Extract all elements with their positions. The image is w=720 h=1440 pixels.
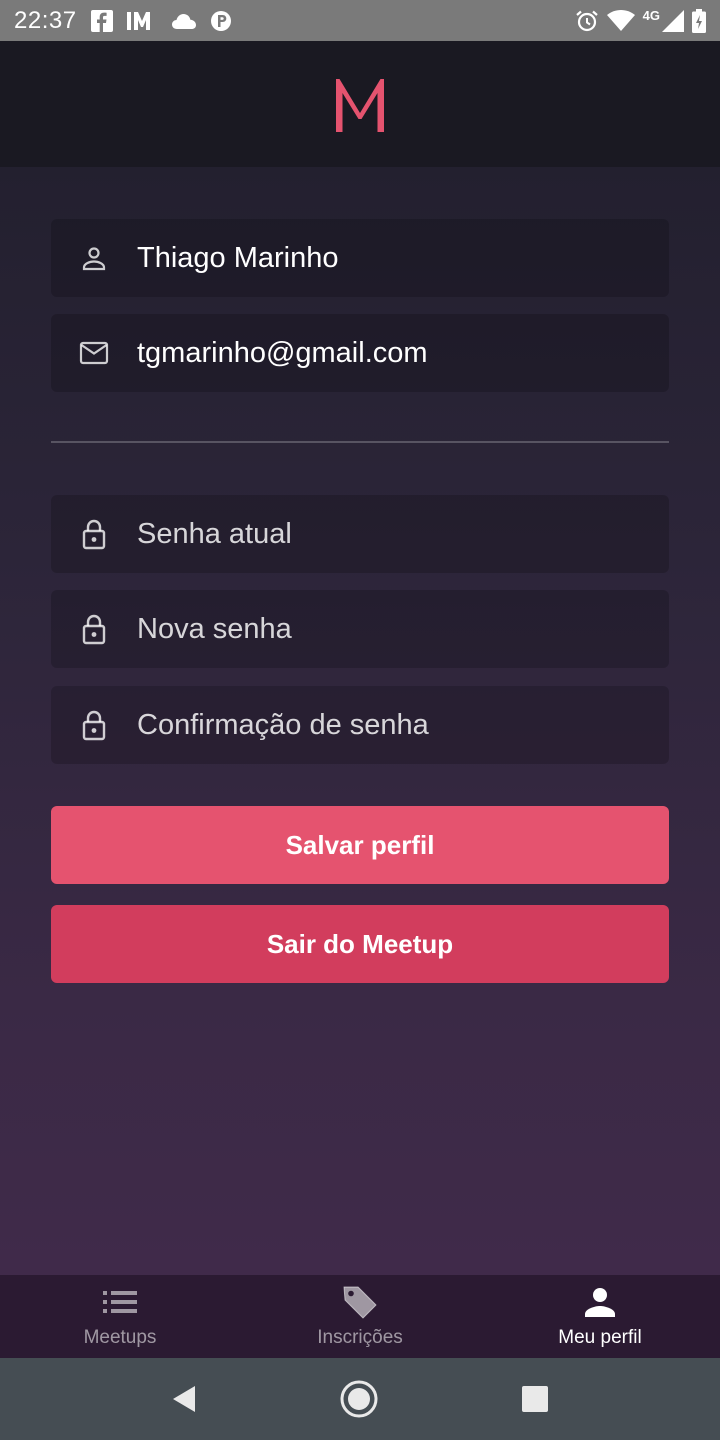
name-value: Thiago Marinho	[137, 241, 339, 274]
system-nav-bar	[0, 1358, 720, 1440]
wifi-icon	[606, 9, 635, 33]
new-password-placeholder: Nova senha	[137, 612, 292, 645]
tab-meetups[interactable]: Meetups	[0, 1275, 240, 1358]
recents-icon[interactable]	[521, 1385, 549, 1413]
tag-icon	[342, 1286, 378, 1319]
signal-icon	[662, 9, 684, 33]
logout-button[interactable]: Sair do Meetup	[51, 905, 669, 983]
tab-label: Inscrições	[317, 1327, 403, 1348]
tab-inscricoes[interactable]: Inscrições	[240, 1275, 480, 1358]
p-icon	[210, 9, 231, 33]
tab-label: Meetups	[83, 1327, 157, 1348]
bottom-tab-bar: Meetups Inscrições Meu perfil	[0, 1275, 720, 1358]
person-icon	[51, 245, 137, 271]
cloud-icon	[171, 9, 197, 33]
network-type-label: 4G	[642, 8, 660, 23]
app-header	[0, 41, 720, 167]
person-icon	[585, 1287, 615, 1317]
confirm-password-field[interactable]: Confirmação de senha	[51, 686, 669, 764]
mail-icon	[51, 341, 137, 365]
confirm-password-placeholder: Confirmação de senha	[137, 708, 429, 741]
email-field[interactable]: tgmarinho@gmail.com	[51, 314, 669, 392]
list-icon	[103, 1287, 137, 1317]
tab-meu-perfil[interactable]: Meu perfil	[480, 1275, 720, 1358]
facebook-icon	[90, 9, 113, 33]
lock-icon	[51, 613, 137, 645]
alarm-icon	[575, 9, 599, 33]
lock-icon	[51, 518, 137, 550]
section-divider	[51, 441, 669, 443]
save-profile-button[interactable]: Salvar perfil	[51, 806, 669, 884]
status-bar: 22:37 4G	[0, 0, 720, 41]
profile-screen: Thiago Marinho tgmarinho@gmail.com Senha…	[0, 167, 720, 1275]
im-icon	[126, 9, 157, 33]
current-password-field[interactable]: Senha atual	[51, 495, 669, 573]
new-password-field[interactable]: Nova senha	[51, 590, 669, 668]
lock-icon	[51, 709, 137, 741]
name-field[interactable]: Thiago Marinho	[51, 219, 669, 297]
tab-label: Meu perfil	[558, 1327, 642, 1348]
battery-charging-icon	[692, 8, 706, 33]
app-logo	[332, 75, 388, 133]
home-icon[interactable]	[339, 1379, 379, 1419]
back-icon[interactable]	[171, 1384, 197, 1414]
email-value: tgmarinho@gmail.com	[137, 336, 428, 369]
current-password-placeholder: Senha atual	[137, 517, 292, 550]
status-time: 22:37	[14, 6, 77, 34]
